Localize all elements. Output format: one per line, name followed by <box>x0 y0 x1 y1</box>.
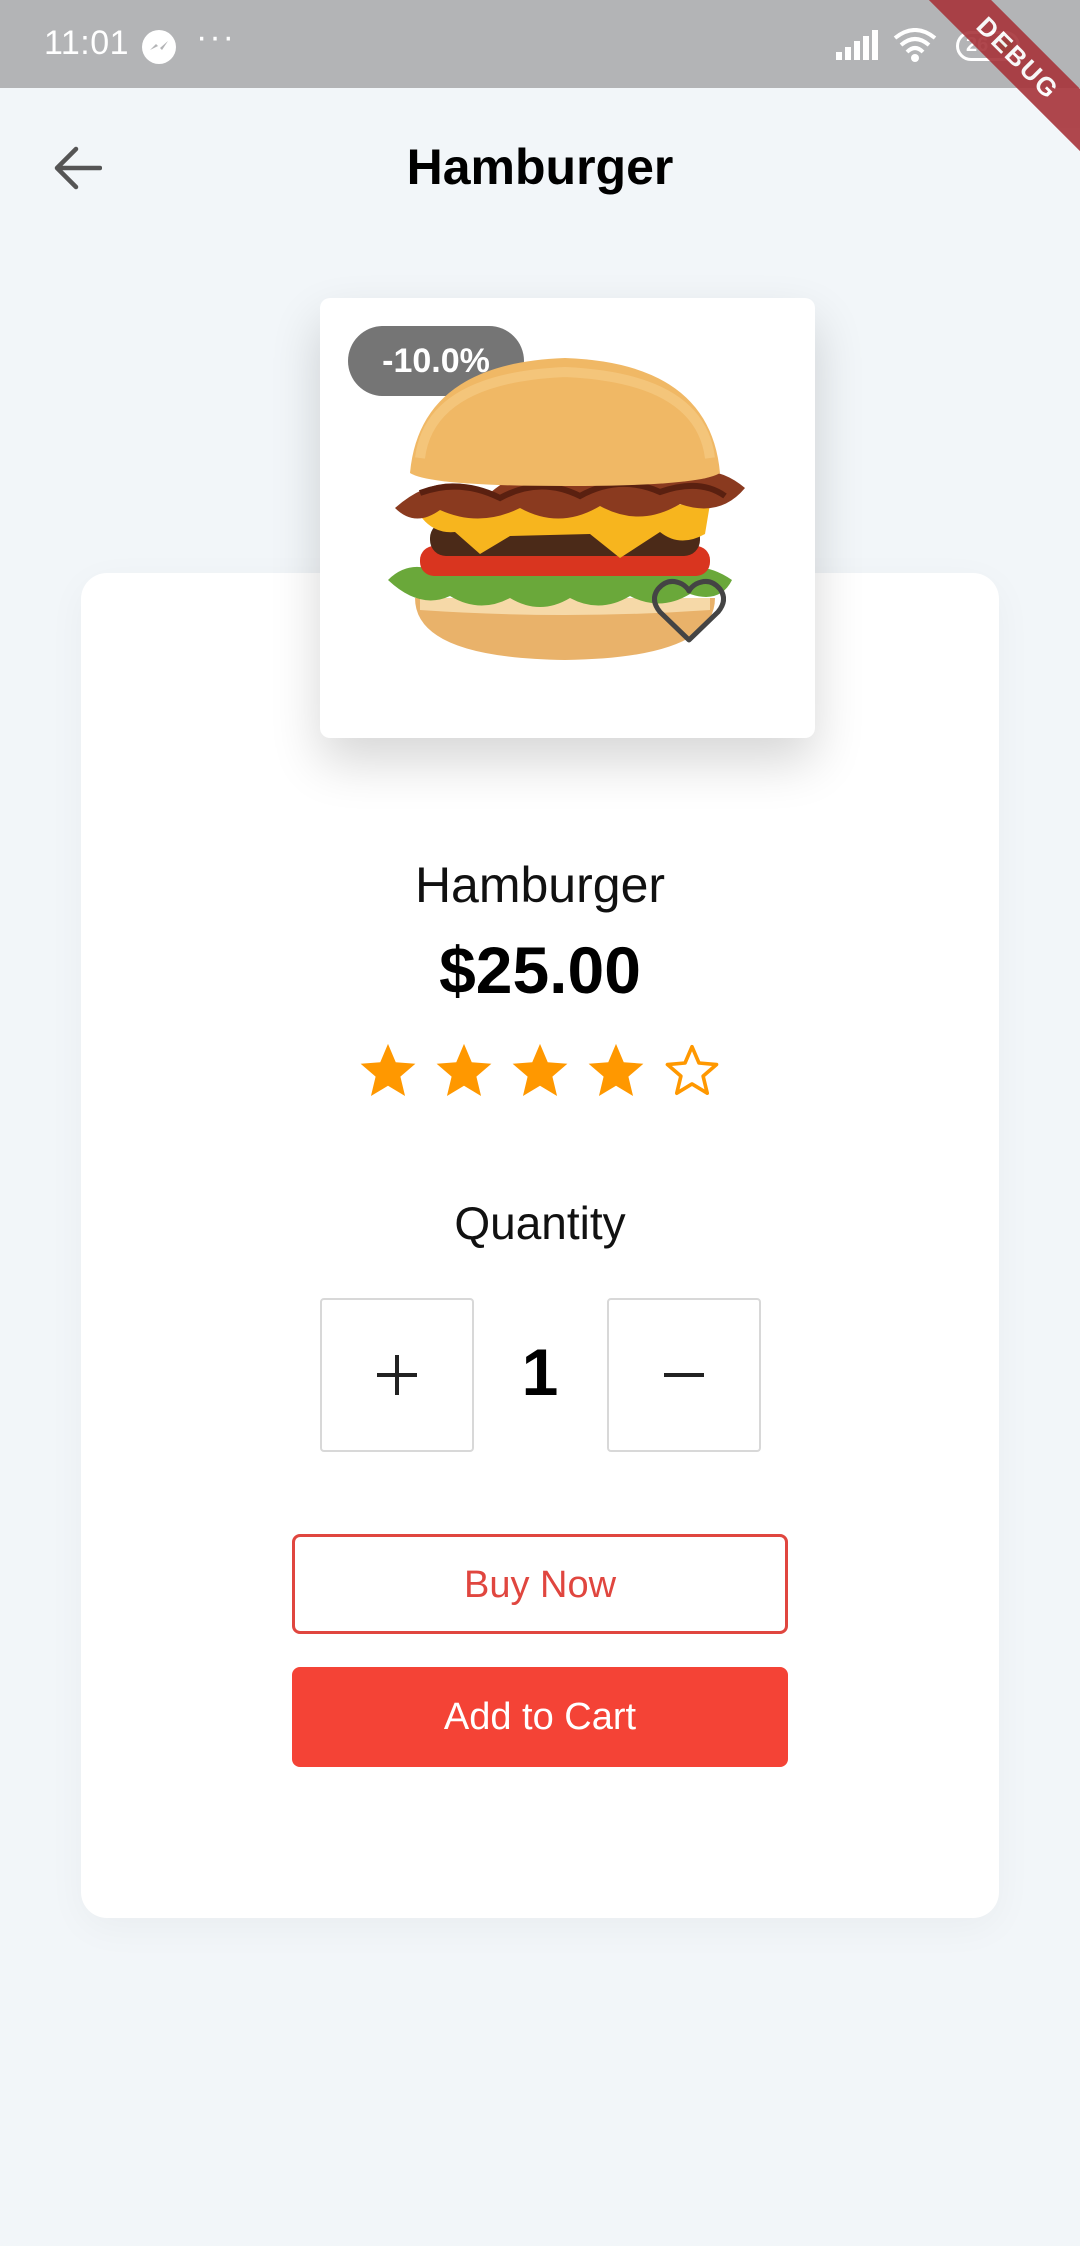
plus-icon <box>377 1355 417 1395</box>
product-price: $25.00 <box>439 933 641 1007</box>
star-filled-icon <box>588 1043 644 1097</box>
wifi-icon <box>893 28 937 67</box>
star-empty-icon <box>665 1044 719 1096</box>
signal-icon <box>836 30 880 65</box>
product-name: Hamburger <box>414 857 666 913</box>
heart-icon[interactable] <box>652 578 726 644</box>
product-image: -10.0% <box>320 298 815 738</box>
more-notifications-icon: ··· <box>196 18 236 56</box>
app-bar: Hamburger <box>0 88 1080 248</box>
increase-quantity-button[interactable] <box>320 1298 474 1452</box>
decrease-quantity-button[interactable] <box>607 1298 761 1452</box>
messenger-icon <box>142 30 176 64</box>
star-filled-icon <box>360 1043 416 1097</box>
add-to-cart-button[interactable]: Add to Cart <box>292 1667 788 1767</box>
buy-now-button[interactable]: Buy Now <box>292 1534 788 1634</box>
star-filled-icon <box>436 1043 492 1097</box>
quantity-label: Quantity <box>454 1197 626 1249</box>
status-bar: 11:01 ··· 26 DEBUG <box>0 0 1080 159</box>
quantity-value: 1 <box>521 1335 559 1409</box>
star-filled-icon <box>512 1043 568 1097</box>
rating-stars <box>357 1040 723 1104</box>
page-title: Hamburger <box>406 139 674 195</box>
product-detail-screen: 11:01 ··· 26 DEBUG <box>0 0 1080 2246</box>
status-time: 11:01 <box>44 24 130 62</box>
minus-icon <box>664 1373 704 1377</box>
